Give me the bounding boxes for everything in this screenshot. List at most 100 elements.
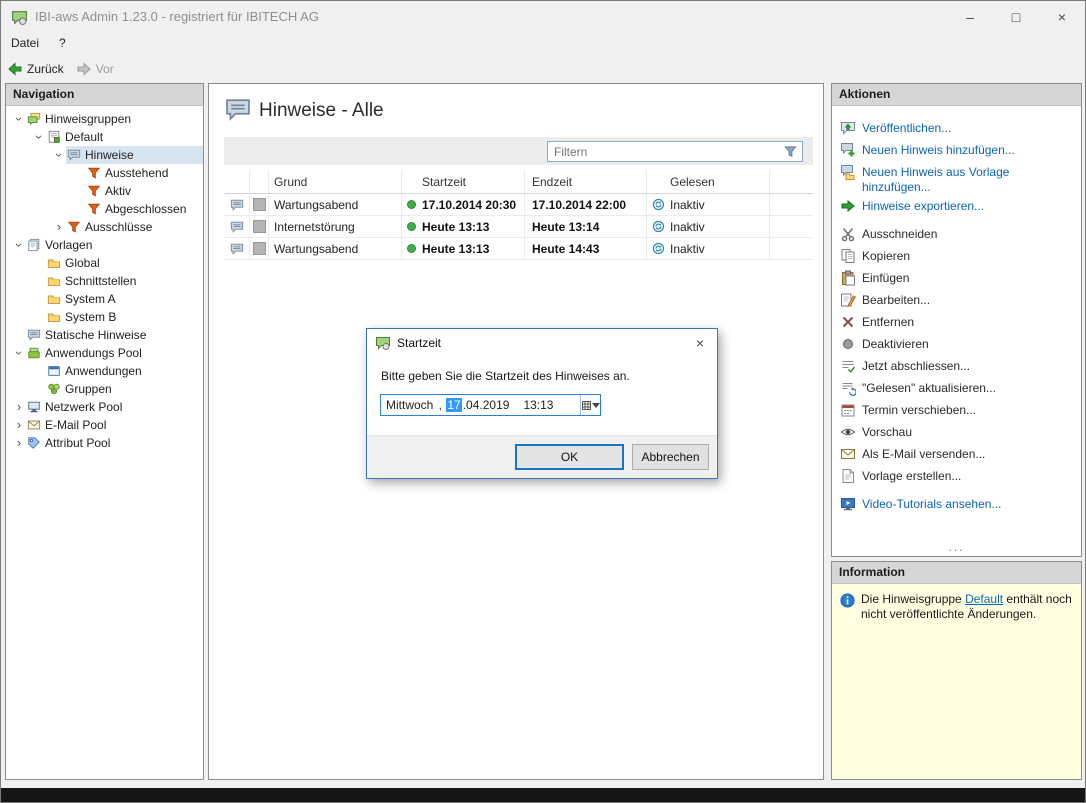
actions-overflow-indicator[interactable]: ... [832,540,1081,554]
header-gelesen[interactable]: Gelesen [647,170,770,193]
tree-item-vorlagen[interactable]: Vorlagen [6,236,203,254]
close-button[interactable]: × [1039,1,1085,32]
chevron-down-icon[interactable] [12,238,26,252]
chevron-right-icon[interactable] [12,436,26,450]
filter-box[interactable] [547,141,803,162]
tree-item-system-b[interactable]: System B [6,308,203,326]
datetime-time[interactable]: 13:13 [522,398,554,412]
header-checkbox-column[interactable] [250,170,269,193]
action-hinweise-exportieren[interactable]: Hinweise exportieren... [832,196,1081,218]
action-gelesen-aktualisieren[interactable]: "Gelesen" aktualisieren... [832,378,1081,400]
toolbar: Zurück Vor [1,55,1085,82]
chevron-down-icon[interactable] [12,346,26,360]
tree-item-hinweisgruppen[interactable]: Hinweisgruppen [6,110,203,128]
dialog-footer: OK Abbrechen [367,435,717,478]
default-group-link[interactable]: Default [965,592,1003,606]
header-endzeit[interactable]: Endzeit [525,170,647,193]
chevron-down-icon[interactable] [52,148,66,162]
dialog-close-button[interactable]: × [683,330,717,357]
row-checkbox[interactable] [253,220,266,233]
tree-item-aktiv[interactable]: Aktiv [6,182,203,200]
reschedule-icon [840,402,856,418]
back-button[interactable]: Zurück [1,59,70,79]
action-deaktivieren[interactable]: Deaktivieren [832,334,1081,356]
row-checkbox[interactable] [253,198,266,211]
tree-item-default[interactable]: Default [6,128,203,146]
action-hinweis-aus-vorlage[interactable]: Neuen Hinweis aus Vorlage hinzufügen... [832,162,1081,194]
table-row[interactable]: Wartungsabend Heute 13:13 Heute 14:43 In… [224,238,813,260]
action-jetzt-abschliessen[interactable]: Jetzt abschliessen... [832,356,1081,378]
table-row[interactable]: Internetstörung Heute 13:13 Heute 13:14 … [224,216,813,238]
header-grund[interactable]: Grund [269,170,402,193]
tree-item-global[interactable]: Global [6,254,203,272]
tree-item-anwendungs-pool[interactable]: Anwendungs Pool [6,344,203,362]
folder-icon [47,292,61,306]
chevron-down-icon[interactable] [12,112,26,126]
action-als-email-versenden[interactable]: Als E-Mail versenden... [832,444,1081,466]
forward-button[interactable]: Vor [70,59,120,79]
calendar-grid-icon [582,401,591,410]
tree-item-abgeschlossen[interactable]: Abgeschlossen [6,200,203,218]
chevron-right-icon[interactable] [52,220,66,234]
maximize-button[interactable]: □ [993,1,1039,32]
action-termin-verschieben[interactable]: Termin verschieben... [832,400,1081,422]
tree-item-gruppen[interactable]: Gruppen [6,380,203,398]
tree-label: E-Mail Pool [45,418,106,432]
datetime-day-selected[interactable]: 17 [446,398,461,412]
tree-item-statische-hinweise[interactable]: Statische Hinweise [6,326,203,344]
back-arrow-icon [7,61,23,77]
action-vorlage-erstellen[interactable]: Vorlage erstellen... [832,466,1081,488]
filter-funnel-icon [67,220,81,234]
action-video-tutorials[interactable]: Video-Tutorials ansehen... [832,494,1081,516]
chevron-down-icon[interactable] [32,130,46,144]
ok-button[interactable]: OK [515,444,624,470]
tree-item-attribut-pool[interactable]: Attribut Pool [6,434,203,452]
table-row[interactable]: Wartungsabend 17.10.2014 20:30 17.10.201… [224,194,813,216]
action-veroeffentlichen[interactable]: Veröffentlichen... [832,118,1081,140]
tree-item-netzwerk-pool[interactable]: Netzwerk Pool [6,398,203,416]
action-kopieren[interactable]: Kopieren [832,246,1081,268]
datetime-dropdown-button[interactable] [580,395,600,415]
datetime-weekday[interactable]: Mittwoch [381,398,434,412]
publish-icon [840,120,856,136]
network-icon [27,400,41,414]
app-window: IBI-aws Admin 1.23.0 - registriert für I… [0,0,1086,803]
mail-icon [27,418,41,432]
cancel-button[interactable]: Abbrechen [632,444,709,470]
tree-label: Gruppen [65,382,112,396]
action-neuen-hinweis-hinzufuegen[interactable]: Neuen Hinweis hinzufügen... [832,140,1081,162]
templates-icon [27,238,41,252]
tree-item-hinweise[interactable]: Hinweise [6,146,203,164]
chevron-right-icon[interactable] [12,400,26,414]
row-checkbox[interactable] [253,242,266,255]
cell-grund: Wartungsabend [269,238,402,259]
datetime-monthyear[interactable]: .04.2019 [462,398,511,412]
tree-item-ausschluesse[interactable]: Ausschlüsse [6,218,203,236]
minimize-button[interactable]: – [947,1,993,32]
action-entfernen[interactable]: Entfernen [832,312,1081,334]
action-bearbeiten[interactable]: Bearbeiten... [832,290,1081,312]
datetime-separator: , [434,398,446,412]
action-ausschneiden[interactable]: Ausschneiden [832,224,1081,246]
default-notes-icon [47,130,61,144]
cut-icon [840,226,856,242]
action-vorschau[interactable]: Vorschau [832,422,1081,444]
tree-item-system-a[interactable]: System A [6,290,203,308]
tree-item-email-pool[interactable]: E-Mail Pool [6,416,203,434]
menu-help[interactable]: ? [49,33,76,55]
tree-item-ausstehend[interactable]: Ausstehend [6,164,203,182]
active-status-icon [407,244,416,253]
tree-item-anwendungen[interactable]: Anwendungen [6,362,203,380]
filter-input[interactable] [548,145,783,159]
action-einfuegen[interactable]: Einfügen [832,268,1081,290]
export-icon [840,198,856,214]
tree-label: Global [65,256,100,270]
menu-datei[interactable]: Datei [1,33,49,55]
chevron-right-icon[interactable] [12,418,26,432]
folder-icon [47,256,61,270]
header-icon-column[interactable] [224,170,250,193]
tree-item-schnittstellen[interactable]: Schnittstellen [6,272,203,290]
speech-bubble-icon [229,220,245,234]
header-startzeit[interactable]: Startzeit [402,170,525,193]
startzeit-datetime-input[interactable]: Mittwoch , 17 .04.2019 13:13 [380,394,601,416]
